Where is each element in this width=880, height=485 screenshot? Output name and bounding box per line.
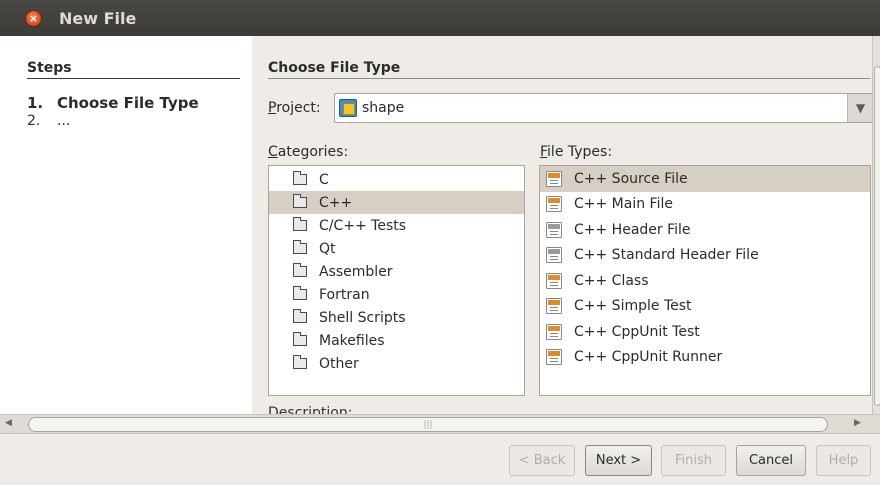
- category-item[interactable]: Shell Scripts: [269, 306, 524, 329]
- file-icon: [546, 323, 562, 340]
- file-type-item[interactable]: C++ Header File: [540, 217, 870, 243]
- content-heading: Choose File Type: [268, 60, 870, 79]
- scroll-left-icon[interactable]: ◀: [5, 418, 12, 428]
- back-button[interactable]: < Back: [509, 445, 575, 476]
- file-types-label: File Types:: [540, 144, 613, 160]
- title-bar: × New File: [0, 0, 880, 36]
- file-type-item[interactable]: C++ Class: [540, 268, 870, 294]
- button-bar: < Back Next > Finish Cancel Help: [0, 434, 880, 485]
- categories-label: Categories:: [268, 144, 349, 160]
- folder-icon: [293, 309, 307, 323]
- category-item[interactable]: Makefiles: [269, 329, 524, 352]
- folder-icon: [293, 194, 307, 208]
- step-item-current: 1. Choose File Type: [27, 94, 199, 112]
- folder-icon: [293, 263, 307, 277]
- steps-heading: Steps: [27, 60, 240, 79]
- horizontal-scroll-thumb[interactable]: |||: [28, 417, 828, 432]
- vertical-scroll-thumb[interactable]: [874, 66, 880, 406]
- category-item-selected[interactable]: C++: [269, 191, 524, 214]
- file-types-list[interactable]: C++ Source File C++ Main File C++ Header…: [539, 165, 871, 396]
- file-type-item[interactable]: C++ Simple Test: [540, 294, 870, 320]
- file-type-item[interactable]: C++ Standard Header File: [540, 243, 870, 269]
- file-icon: [546, 221, 562, 238]
- close-icon[interactable]: ×: [25, 9, 42, 27]
- content-panel: Choose File Type Project: shape ▼ Catego…: [252, 36, 874, 414]
- category-item[interactable]: C/C++ Tests: [269, 214, 524, 237]
- file-icon: [546, 170, 562, 187]
- finish-button[interactable]: Finish: [661, 445, 726, 476]
- file-icon: [546, 349, 562, 366]
- help-button[interactable]: Help: [816, 445, 871, 476]
- folder-icon: [293, 355, 307, 369]
- file-type-item[interactable]: C++ CppUnit Test: [540, 319, 870, 345]
- file-type-item[interactable]: C++ Main File: [540, 192, 870, 218]
- category-item[interactable]: C: [269, 168, 524, 191]
- folder-icon: [293, 332, 307, 346]
- folder-icon: [293, 286, 307, 300]
- description-label: Description:: [268, 405, 353, 414]
- chevron-down-icon[interactable]: ▼: [847, 94, 873, 122]
- file-icon: [546, 247, 562, 264]
- step-item: 2. ...: [27, 113, 71, 129]
- file-type-item-selected[interactable]: C++ Source File: [540, 166, 870, 192]
- file-icon: [546, 298, 562, 315]
- horizontal-scrollbar[interactable]: ◀ ||| ▶: [0, 414, 880, 434]
- vertical-scrollbar[interactable]: [872, 36, 880, 414]
- window-title: New File: [59, 8, 137, 28]
- project-label: Project:: [268, 100, 321, 116]
- folder-icon: [293, 217, 307, 231]
- project-combo[interactable]: shape ▼: [334, 93, 874, 123]
- next-button[interactable]: Next >: [585, 445, 652, 476]
- file-icon: [546, 196, 562, 213]
- categories-list[interactable]: C C++ C/C++ Tests Qt Assembler Fortran S…: [268, 165, 525, 396]
- step-list: 1. Choose File Type 2. ...: [27, 94, 199, 130]
- category-item[interactable]: Assembler: [269, 260, 524, 283]
- file-type-item[interactable]: C++ CppUnit Runner: [540, 345, 870, 371]
- cancel-button[interactable]: Cancel: [736, 445, 806, 476]
- category-item[interactable]: Qt: [269, 237, 524, 260]
- file-icon: [546, 272, 562, 289]
- project-icon: [339, 99, 357, 117]
- scroll-right-icon[interactable]: ▶: [854, 418, 861, 428]
- project-value: shape: [362, 100, 405, 116]
- steps-panel: Steps 1. Choose File Type 2. ...: [0, 36, 252, 414]
- folder-icon: [293, 240, 307, 254]
- folder-icon: [293, 171, 307, 185]
- category-item[interactable]: Other: [269, 352, 524, 375]
- category-item[interactable]: Fortran: [269, 283, 524, 306]
